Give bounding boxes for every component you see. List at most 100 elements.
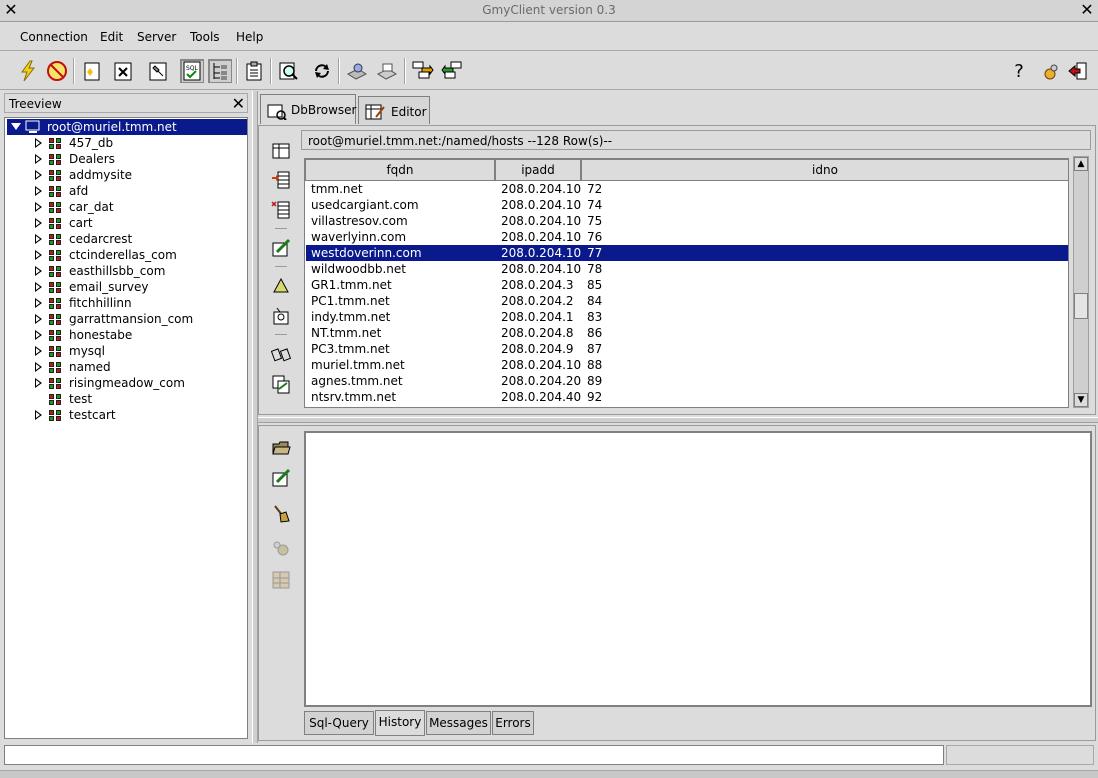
- tab-sql-query[interactable]: Sql-Query: [304, 711, 374, 735]
- tree-item[interactable]: cart: [5, 215, 245, 231]
- tree-item[interactable]: testcart: [5, 407, 245, 423]
- edit-row-icon[interactable]: [269, 236, 293, 260]
- data-grid[interactable]: fqdn ipadd idno tmm.net 208.0.204.10 72 use…: [304, 158, 1069, 408]
- expand-arrow-icon[interactable]: [35, 410, 42, 420]
- table-row[interactable]: westdoverinn.com 208.0.204.10 77: [306, 245, 1068, 261]
- tree-toggle-icon[interactable]: [208, 59, 232, 83]
- import-icon[interactable]: [410, 59, 434, 83]
- column-header-ipadd[interactable]: ipadd: [495, 159, 581, 181]
- tree-root-row[interactable]: root@muriel.tmm.net: [7, 119, 247, 135]
- expand-arrow-icon[interactable]: [35, 202, 42, 212]
- scroll-thumb[interactable]: [1074, 293, 1088, 319]
- settings-gear-icon[interactable]: [1038, 59, 1062, 83]
- tree-item[interactable]: test: [5, 391, 245, 407]
- table-row[interactable]: tmm.net 208.0.204.10 72: [306, 181, 1068, 197]
- expand-down-icon[interactable]: [11, 123, 21, 131]
- expand-arrow-icon[interactable]: [35, 346, 42, 356]
- window-close-icon[interactable]: ✕: [1079, 2, 1095, 18]
- tree-item[interactable]: Dealers: [5, 151, 245, 167]
- find-icon[interactable]: [277, 59, 301, 83]
- table-row[interactable]: agnes.tmm.net 208.0.204.20 89: [306, 373, 1068, 389]
- expand-arrow-icon[interactable]: [35, 234, 42, 244]
- table-row[interactable]: PC1.tmm.net 208.0.204.2 84: [306, 293, 1068, 309]
- tree[interactable]: root@muriel.tmm.net 457_db Dealers addmysi…: [4, 117, 248, 739]
- tab-editor[interactable]: Editor: [358, 96, 430, 124]
- delete-row-icon[interactable]: [269, 198, 293, 222]
- expand-arrow-icon[interactable]: [35, 170, 42, 180]
- disconnect-icon[interactable]: [45, 59, 69, 83]
- treeview-close-icon[interactable]: ✕: [232, 94, 245, 113]
- tab-messages[interactable]: Messages: [426, 711, 491, 735]
- tree-item[interactable]: garrattmansion_com: [5, 311, 245, 327]
- expand-arrow-icon[interactable]: [35, 362, 42, 372]
- column-header-fqdn[interactable]: fqdn: [305, 159, 495, 181]
- print-icon[interactable]: [375, 59, 399, 83]
- tree-item[interactable]: afd: [5, 183, 245, 199]
- table-row[interactable]: GR1.tmm.net 208.0.204.3 85: [306, 277, 1068, 293]
- table-row[interactable]: ntsrv.tmm.net 208.0.204.40 92: [306, 389, 1068, 405]
- sql-toggle-icon[interactable]: SQL: [180, 59, 204, 83]
- edit-query-icon[interactable]: [269, 466, 293, 490]
- print-preview-icon[interactable]: [345, 59, 369, 83]
- tree-item[interactable]: email_survey: [5, 279, 245, 295]
- table-row[interactable]: PC3.tmm.net 208.0.204.9 87: [306, 341, 1068, 357]
- scroll-up-icon[interactable]: ▲: [1074, 157, 1088, 171]
- table-row[interactable]: indy.tmm.net 208.0.204.1 83: [306, 309, 1068, 325]
- expand-arrow-icon[interactable]: [35, 330, 42, 340]
- table-row[interactable]: wildwoodbb.net 208.0.204.10 78: [306, 261, 1068, 277]
- exit-icon[interactable]: [1066, 59, 1090, 83]
- tree-item[interactable]: cedarcrest: [5, 231, 245, 247]
- expand-arrow-icon[interactable]: [35, 138, 42, 148]
- table-row[interactable]: usedcargiant.com 208.0.204.10 74: [306, 197, 1068, 213]
- tree-item[interactable]: easthillsbb_com: [5, 263, 245, 279]
- wrench-icon[interactable]: [146, 59, 170, 83]
- tree-item[interactable]: ctcinderellas_com: [5, 247, 245, 263]
- refresh-icon[interactable]: [310, 59, 334, 83]
- expand-arrow-icon[interactable]: [35, 218, 42, 228]
- clipboard-icon[interactable]: [242, 59, 266, 83]
- tree-item[interactable]: addmysite: [5, 167, 245, 183]
- tree-item[interactable]: 457_db: [5, 135, 245, 151]
- sort-icon[interactable]: [269, 274, 293, 298]
- tab-dbbrowser[interactable]: DbBrowser: [260, 94, 356, 124]
- tree-item[interactable]: risingmeadow_com: [5, 375, 245, 391]
- clear-broom-icon[interactable]: [269, 502, 293, 526]
- column-header-idno[interactable]: idno: [581, 159, 1068, 181]
- menu-tools[interactable]: Tools: [190, 30, 220, 44]
- menu-connection[interactable]: Connection: [20, 30, 88, 44]
- help-icon[interactable]: ?: [1007, 59, 1031, 83]
- expand-arrow-icon[interactable]: [35, 282, 42, 292]
- expand-arrow-icon[interactable]: [35, 314, 42, 324]
- new-icon[interactable]: [80, 59, 104, 83]
- copy-row-icon[interactable]: [269, 372, 293, 396]
- close-doc-icon[interactable]: [111, 59, 135, 83]
- expand-arrow-icon[interactable]: [35, 266, 42, 276]
- insert-row-icon[interactable]: [269, 168, 293, 192]
- filter-icon[interactable]: [269, 304, 293, 328]
- expand-arrow-icon[interactable]: [35, 378, 42, 388]
- connect-icon[interactable]: [16, 59, 40, 83]
- table-row[interactable]: NT.tmm.net 208.0.204.8 86: [306, 325, 1068, 341]
- tab-errors[interactable]: Errors: [492, 711, 534, 735]
- export-icon[interactable]: [441, 59, 465, 83]
- binoculars-icon[interactable]: [269, 342, 293, 366]
- tab-history[interactable]: History: [375, 710, 425, 736]
- menu-help[interactable]: Help: [236, 30, 263, 44]
- tree-item[interactable]: named: [5, 359, 245, 375]
- history-text-area[interactable]: [304, 431, 1092, 707]
- expand-arrow-icon[interactable]: [35, 154, 42, 164]
- scroll-down-icon[interactable]: ▼: [1074, 393, 1088, 407]
- table-row[interactable]: waverlyinn.com 208.0.204.10 76: [306, 229, 1068, 245]
- close-icon[interactable]: ✕: [3, 2, 19, 18]
- horizontal-splitter[interactable]: [258, 417, 1098, 423]
- expand-arrow-icon[interactable]: [35, 298, 42, 308]
- expand-arrow-icon[interactable]: [35, 250, 42, 260]
- tree-item[interactable]: fitchhillinn: [5, 295, 245, 311]
- vertical-scrollbar[interactable]: ▲ ▼: [1073, 156, 1089, 408]
- menu-edit[interactable]: Edit: [100, 30, 123, 44]
- tree-item[interactable]: car_dat: [5, 199, 245, 215]
- table-row[interactable]: muriel.tmm.net 208.0.204.10 88: [306, 357, 1068, 373]
- open-folder-icon[interactable]: [269, 436, 293, 460]
- tree-item[interactable]: mysql: [5, 343, 245, 359]
- table-row[interactable]: villastresov.com 208.0.204.10 75: [306, 213, 1068, 229]
